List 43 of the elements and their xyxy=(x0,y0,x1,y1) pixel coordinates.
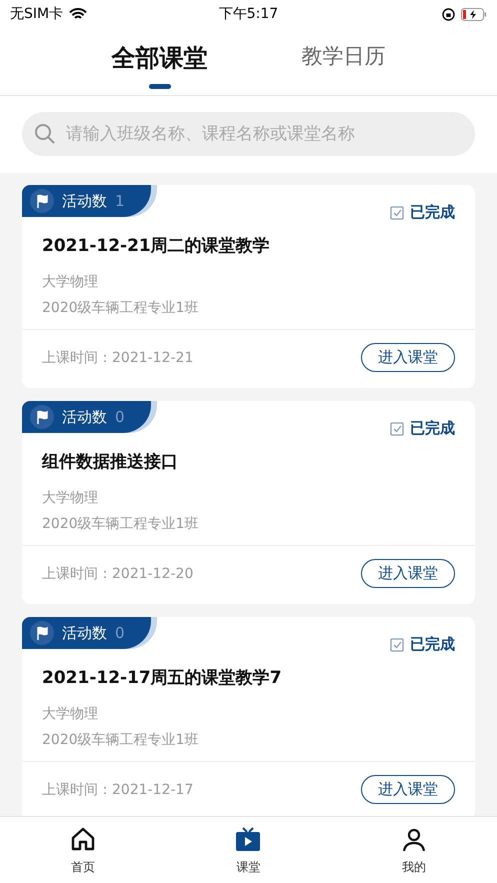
enter-class-button[interactable]: 进入课堂 xyxy=(361,559,455,588)
battery-icon xyxy=(461,8,487,20)
flag-icon xyxy=(30,405,54,429)
nav-tab[interactable]: 我的 xyxy=(331,817,497,883)
course-name: 大学物理 xyxy=(42,489,99,507)
class-group: 2020级车辆工程专业1班 xyxy=(42,299,455,317)
status-text: 已完成 xyxy=(410,203,455,222)
wifi-icon xyxy=(69,8,88,20)
activity-count: 0 xyxy=(115,624,125,642)
class-group: 2020级车辆工程专业1班 xyxy=(42,731,455,749)
class-time: 上课时间：2021-12-20 xyxy=(42,564,194,582)
checkbox-icon xyxy=(390,206,404,220)
class-title: 2021-12-17周五的课堂教学7 xyxy=(42,667,283,689)
tv-icon xyxy=(234,824,262,852)
class-title: 组件数据推送接口 xyxy=(42,451,179,473)
class-time: 上课时间：2021-12-17 xyxy=(42,780,194,798)
status-text: 已完成 xyxy=(410,635,455,654)
flag-icon xyxy=(30,189,54,213)
tab[interactable]: 教学日历 xyxy=(302,28,386,95)
search-field[interactable]: 请输入班级名称、课程名称或课堂名称 xyxy=(22,112,475,156)
activity-count: 1 xyxy=(115,192,125,210)
course-name: 大学物理 xyxy=(42,273,99,291)
nav-tab[interactable]: 课堂 xyxy=(166,817,332,883)
checkbox-icon xyxy=(390,422,404,436)
tab[interactable]: 全部课堂 xyxy=(112,28,208,95)
enter-class-button[interactable]: 进入课堂 xyxy=(361,343,455,372)
carrier-text: 无SIM卡 xyxy=(10,5,64,23)
class-time: 上课时间：2021-12-21 xyxy=(42,348,194,366)
activity-count: 0 xyxy=(115,408,125,426)
checkbox-icon xyxy=(390,638,404,652)
search-icon xyxy=(34,123,56,145)
class-group: 2020级车辆工程专业1班 xyxy=(42,515,455,533)
activity-label: 活动数 xyxy=(62,408,107,426)
activity-label: 活动数 xyxy=(62,192,107,210)
enter-class-button[interactable]: 进入课堂 xyxy=(361,775,455,804)
nav-tab[interactable]: 首页 xyxy=(0,817,166,883)
course-name: 大学物理 xyxy=(42,705,99,723)
class-title: 2021-12-21周二的课堂教学 xyxy=(42,235,271,257)
flag-icon xyxy=(30,621,54,645)
status-text: 已完成 xyxy=(410,419,455,438)
clock-text: 下午5:17 xyxy=(218,5,278,23)
activity-label: 活动数 xyxy=(62,624,107,642)
rotation-lock-icon xyxy=(442,8,455,20)
